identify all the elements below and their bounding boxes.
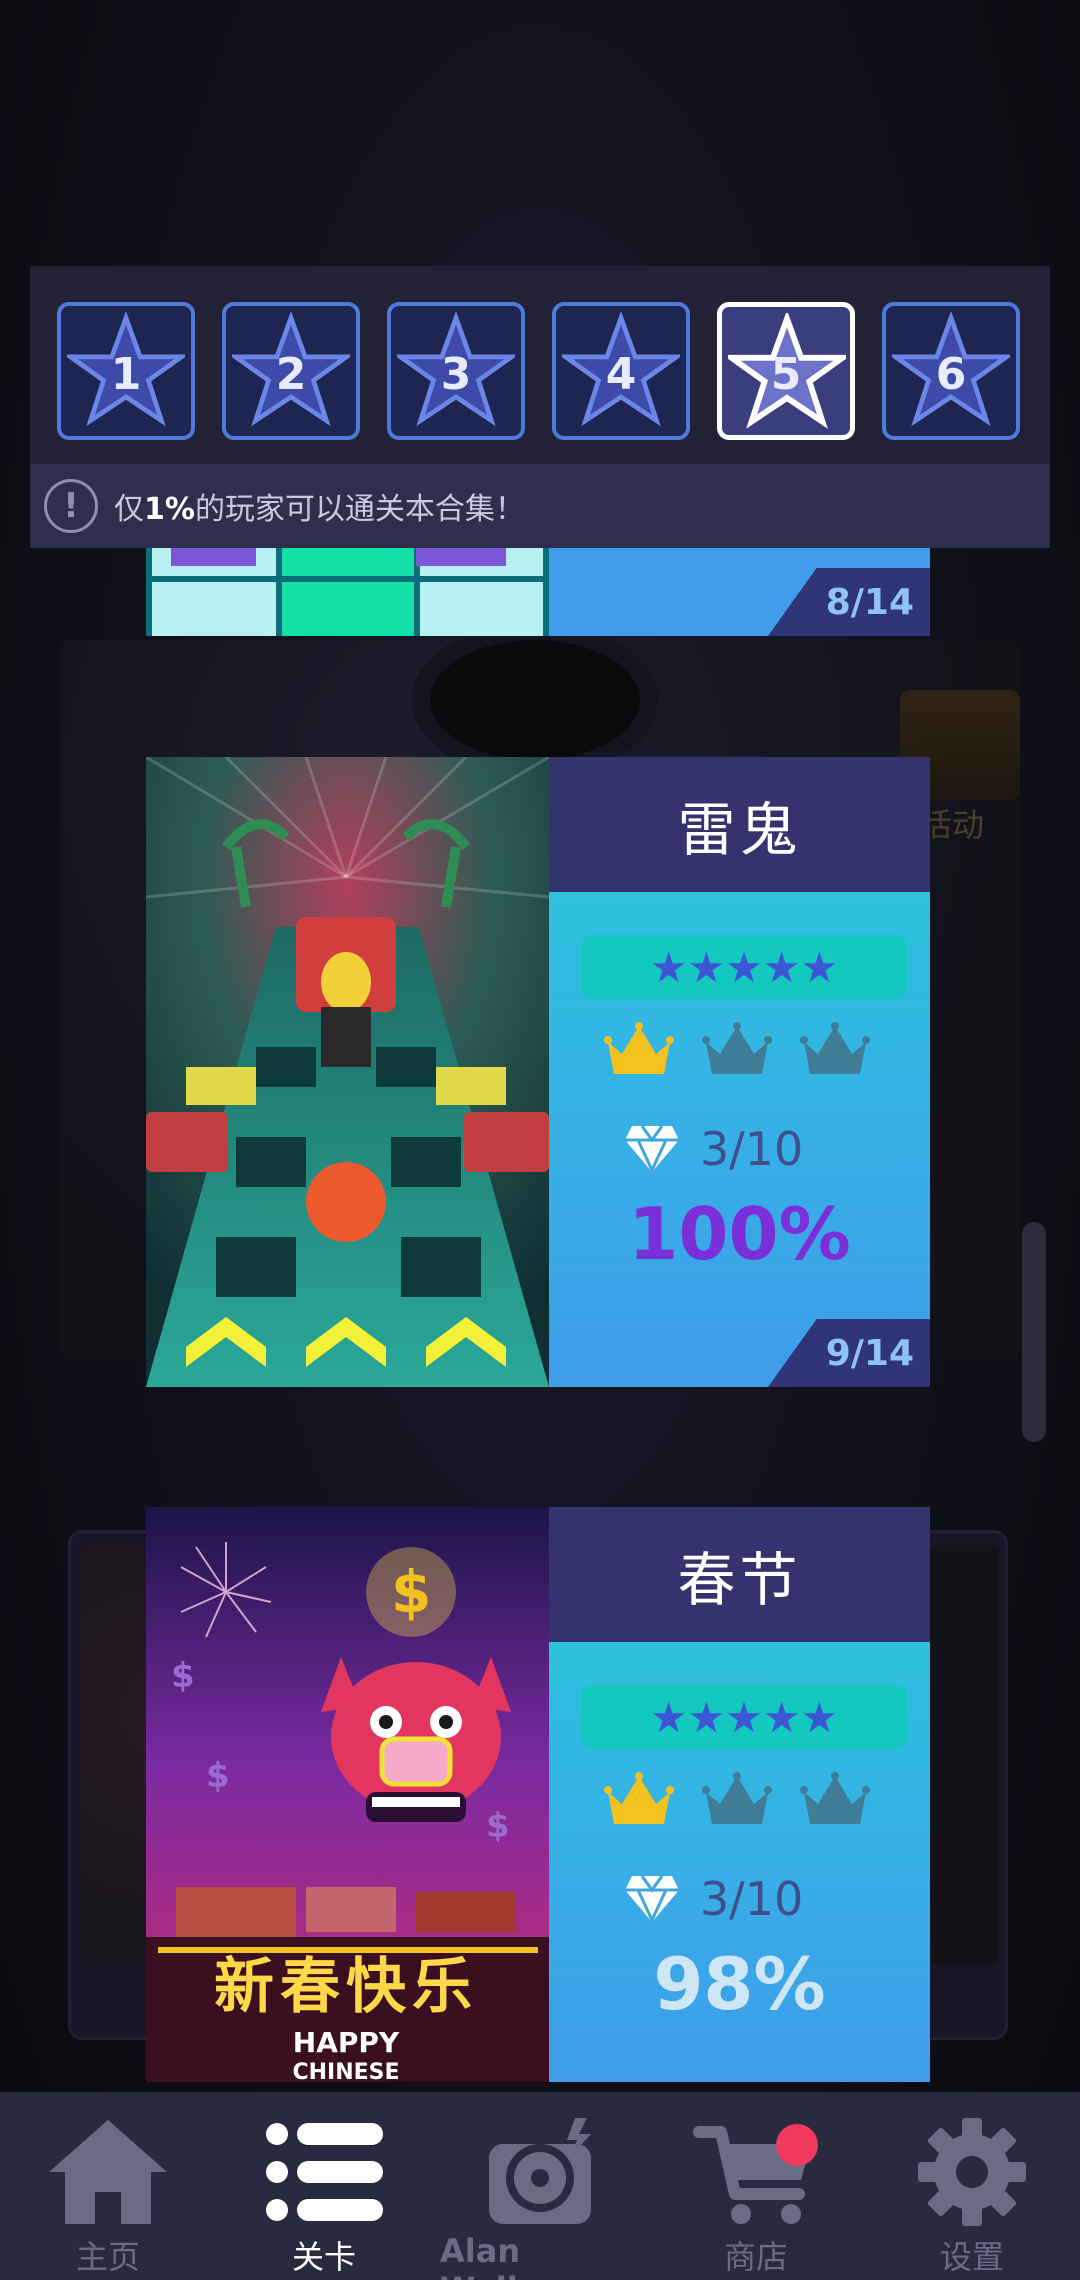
level-number: 5 xyxy=(770,348,802,400)
song-card-reggae[interactable]: 雷鬼 ★★★★★ 3/10 100% 9/14 xyxy=(146,757,930,1387)
level-number: 4 xyxy=(605,348,637,400)
level-1-button[interactable]: 1 xyxy=(57,302,195,440)
dollar-symbol: $ xyxy=(391,1558,431,1626)
song-card-info: 春节 ★★★★★ 3/10 98% xyxy=(549,1507,930,2082)
chinese-text-en: CHINESE xyxy=(292,2060,399,2082)
song-card-art xyxy=(146,757,549,1387)
nav-settings[interactable]: 设置 xyxy=(872,2114,1072,2278)
song-title: 春节 xyxy=(549,1507,930,1642)
diamond-count: 3/10 xyxy=(700,1122,804,1176)
song-card-info: 雷鬼 ★★★★★ 3/10 100% 9/14 xyxy=(549,757,930,1387)
difficulty-stars: ★★★★★ xyxy=(581,935,907,999)
nav-label: 设置 xyxy=(939,2238,1004,2276)
song-stats: ★★★★★ 3/10 100% xyxy=(549,892,930,1387)
screen: 活动 1 2 3 4 5 6 ! 仅1%的玩家可以通关本合集！ 8/14 雷鬼 … xyxy=(0,0,1080,2280)
diamond-counter: 3/10 xyxy=(624,1122,803,1176)
svg-text:$: $ xyxy=(171,1656,195,1696)
crown-icon-empty xyxy=(702,1022,772,1082)
song-card-art: $$$$ $ 新春快乐 HAPPY CHINESE xyxy=(146,1507,549,2082)
level-selector: 1 2 3 4 5 6 ! 仅1%的玩家可以通关本合集！ xyxy=(30,266,1050,548)
vinyl-icon xyxy=(489,2118,591,2224)
level-3-button[interactable]: 3 xyxy=(387,302,525,440)
exclamation-icon: ! xyxy=(44,479,98,533)
level-5-button[interactable]: 5 xyxy=(717,302,855,440)
difficulty-stars: ★★★★★ xyxy=(581,1685,907,1749)
level-4-button[interactable]: 4 xyxy=(552,302,690,440)
svg-text:$: $ xyxy=(206,1756,230,1796)
diamond-icon xyxy=(625,1875,679,1924)
level-6-button[interactable]: 6 xyxy=(882,302,1020,440)
level-number: 2 xyxy=(275,348,307,400)
crown-icon-empty xyxy=(800,1022,870,1082)
nav-shop[interactable]: 商店 xyxy=(656,2114,856,2278)
nav-label: 主页 xyxy=(75,2238,140,2276)
nav-label: 关卡 xyxy=(291,2238,356,2276)
happy-text-en: HAPPY xyxy=(293,2026,400,2059)
crown-rating xyxy=(604,1022,870,1082)
level-2-button[interactable]: 2 xyxy=(222,302,360,440)
level-star-row: 1 2 3 4 5 6 xyxy=(57,302,1020,440)
song-card-art xyxy=(146,548,549,636)
nav-label: Alan Walker xyxy=(440,2232,565,2280)
song-title: 雷鬼 xyxy=(549,757,930,892)
progress-counter: 8/14 xyxy=(768,568,930,636)
level-number: 1 xyxy=(110,348,142,400)
diamond-count: 3/10 xyxy=(700,1872,804,1926)
crown-icon-gold xyxy=(604,1022,674,1082)
level-number: 3 xyxy=(440,348,472,400)
song-stats: ★★★★★ 3/10 98% xyxy=(549,1642,930,2082)
diamond-counter: 3/10 xyxy=(624,1872,803,1926)
notification-dot xyxy=(776,2124,818,2166)
nav-label: 商店 xyxy=(723,2238,788,2276)
nav-home[interactable]: 主页 xyxy=(8,2114,208,2278)
background-card-edge xyxy=(930,1545,998,1965)
list-icon xyxy=(266,2123,383,2221)
crown-icon-empty xyxy=(800,1772,870,1832)
nav-levels[interactable]: 关卡 xyxy=(224,2114,424,2278)
crown-icon-gold xyxy=(604,1772,674,1832)
completion-hint-bar: ! 仅1%的玩家可以通关本合集！ xyxy=(30,464,1050,548)
completion-percent: 100% xyxy=(628,1192,851,1276)
completion-percent: 98% xyxy=(653,1942,826,2026)
hint-suffix: 的玩家可以通关本合集！ xyxy=(194,492,525,527)
hint-prefix: 仅 xyxy=(114,492,144,527)
diamond-icon xyxy=(625,1125,679,1174)
song-card-spring-festival[interactable]: $$$$ $ 新春快乐 HAPPY CHINESE xyxy=(146,1507,930,2082)
home-icon xyxy=(49,2120,167,2224)
crown-icon-empty xyxy=(702,1772,772,1832)
happy-new-year-text-cn: 新春快乐 xyxy=(214,1952,478,2022)
song-card-previous[interactable]: 8/14 xyxy=(146,548,930,636)
svg-text:$: $ xyxy=(486,1806,510,1846)
bottom-navigation: 主页 关卡 Alan Walker xyxy=(0,2092,1080,2280)
level-number: 6 xyxy=(935,348,967,400)
scrollbar[interactable] xyxy=(1022,1222,1046,1442)
hint-percentage: 1% xyxy=(144,492,195,527)
background-disc-decoration xyxy=(430,640,640,760)
completion-hint-text: 仅1%的玩家可以通关本合集！ xyxy=(114,484,525,528)
song-card-info: 8/14 xyxy=(549,548,930,636)
nav-alan-walker[interactable]: Alan Walker xyxy=(440,2114,640,2280)
crown-rating xyxy=(604,1772,870,1832)
gear-icon xyxy=(918,2118,1026,2226)
